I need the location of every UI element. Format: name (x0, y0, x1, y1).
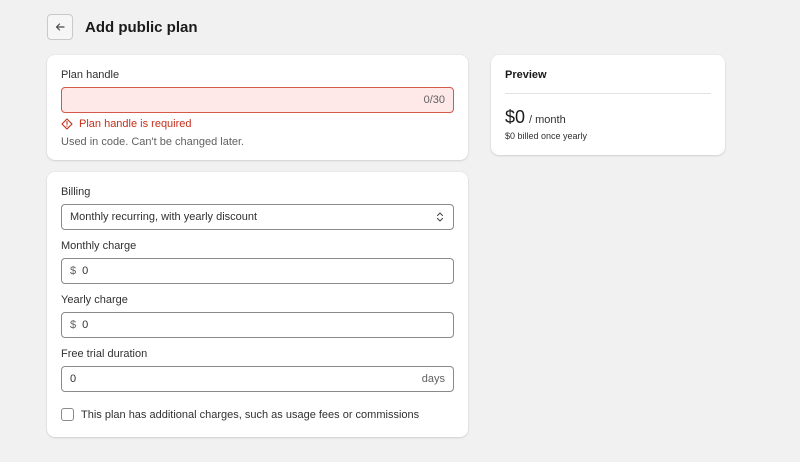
select-chevron-icon (436, 212, 444, 222)
page-title: Add public plan (85, 18, 198, 36)
billing-card: Billing Monthly recurring, with yearly d… (47, 172, 468, 437)
additional-charges-checkbox[interactable] (61, 408, 74, 421)
billing-label: Billing (61, 186, 91, 198)
billing-selected-value: Monthly recurring, with yearly discount (70, 211, 258, 223)
plan-handle-card: Plan handle 0/30 Plan handle is required… (47, 55, 468, 160)
additional-charges-label: This plan has additional charges, such a… (81, 408, 420, 421)
back-button[interactable] (47, 14, 73, 40)
monthly-charge-prefix: $ (70, 265, 77, 277)
monthly-charge-group: Monthly charge $ 0 (61, 240, 454, 284)
monthly-charge-label: Monthly charge (61, 240, 137, 252)
yearly-charge-prefix: $ (70, 319, 77, 331)
yearly-charge-value: 0 (82, 319, 89, 331)
preview-price: $0 (505, 107, 526, 127)
alert-diamond-icon (61, 118, 73, 130)
yearly-charge-group: Yearly charge $ 0 (61, 294, 454, 338)
preview-period: / month (529, 114, 566, 126)
yearly-charge-input[interactable]: $ 0 (61, 312, 454, 338)
monthly-charge-input[interactable]: $ 0 (61, 258, 454, 284)
yearly-charge-label: Yearly charge (61, 294, 128, 306)
plan-handle-error: Plan handle is required (61, 118, 454, 130)
monthly-charge-value: 0 (82, 265, 89, 277)
free-trial-value: 0 (70, 373, 77, 385)
plan-handle-error-text: Plan handle is required (79, 118, 192, 130)
plan-handle-label: Plan handle (61, 69, 120, 81)
billing-group: Billing Monthly recurring, with yearly d… (61, 186, 454, 230)
page: Add public plan Plan handle 0/30 Plan ha… (0, 0, 800, 462)
free-trial-group: Free trial duration 0 days (61, 348, 454, 392)
preview-price-row: $0 / month (505, 107, 711, 128)
preview-card: Preview $0 / month $0 billed once yearly (491, 55, 725, 155)
additional-charges-row[interactable]: This plan has additional charges, such a… (61, 408, 454, 421)
preview-billed-note: $0 billed once yearly (505, 131, 588, 141)
free-trial-label: Free trial duration (61, 348, 148, 360)
page-header: Add public plan (47, 14, 198, 40)
free-trial-input[interactable]: 0 days (61, 366, 454, 392)
arrow-left-icon (55, 23, 65, 31)
plan-handle-input[interactable]: 0/30 (61, 87, 454, 113)
free-trial-suffix: days (421, 373, 445, 385)
preview-divider (505, 93, 711, 94)
plan-handle-help: Used in code. Can't be changed later. (61, 136, 245, 148)
plan-handle-counter: 0/30 (423, 94, 445, 106)
billing-select[interactable]: Monthly recurring, with yearly discount (61, 204, 454, 230)
preview-title: Preview (505, 69, 547, 81)
